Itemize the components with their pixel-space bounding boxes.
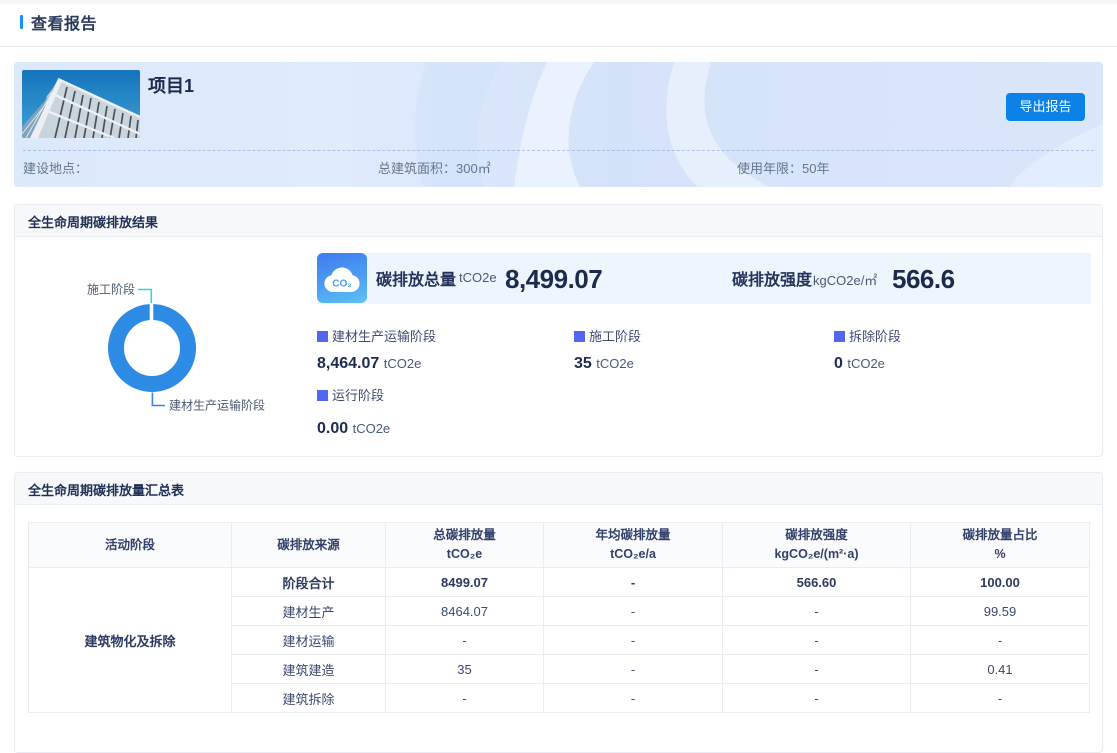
- svg-text:施工阶段: 施工阶段: [87, 282, 135, 297]
- svg-text:建材生产运输阶段: 建材生产运输阶段: [169, 398, 265, 413]
- svg-text:CO₂: CO₂: [332, 279, 351, 290]
